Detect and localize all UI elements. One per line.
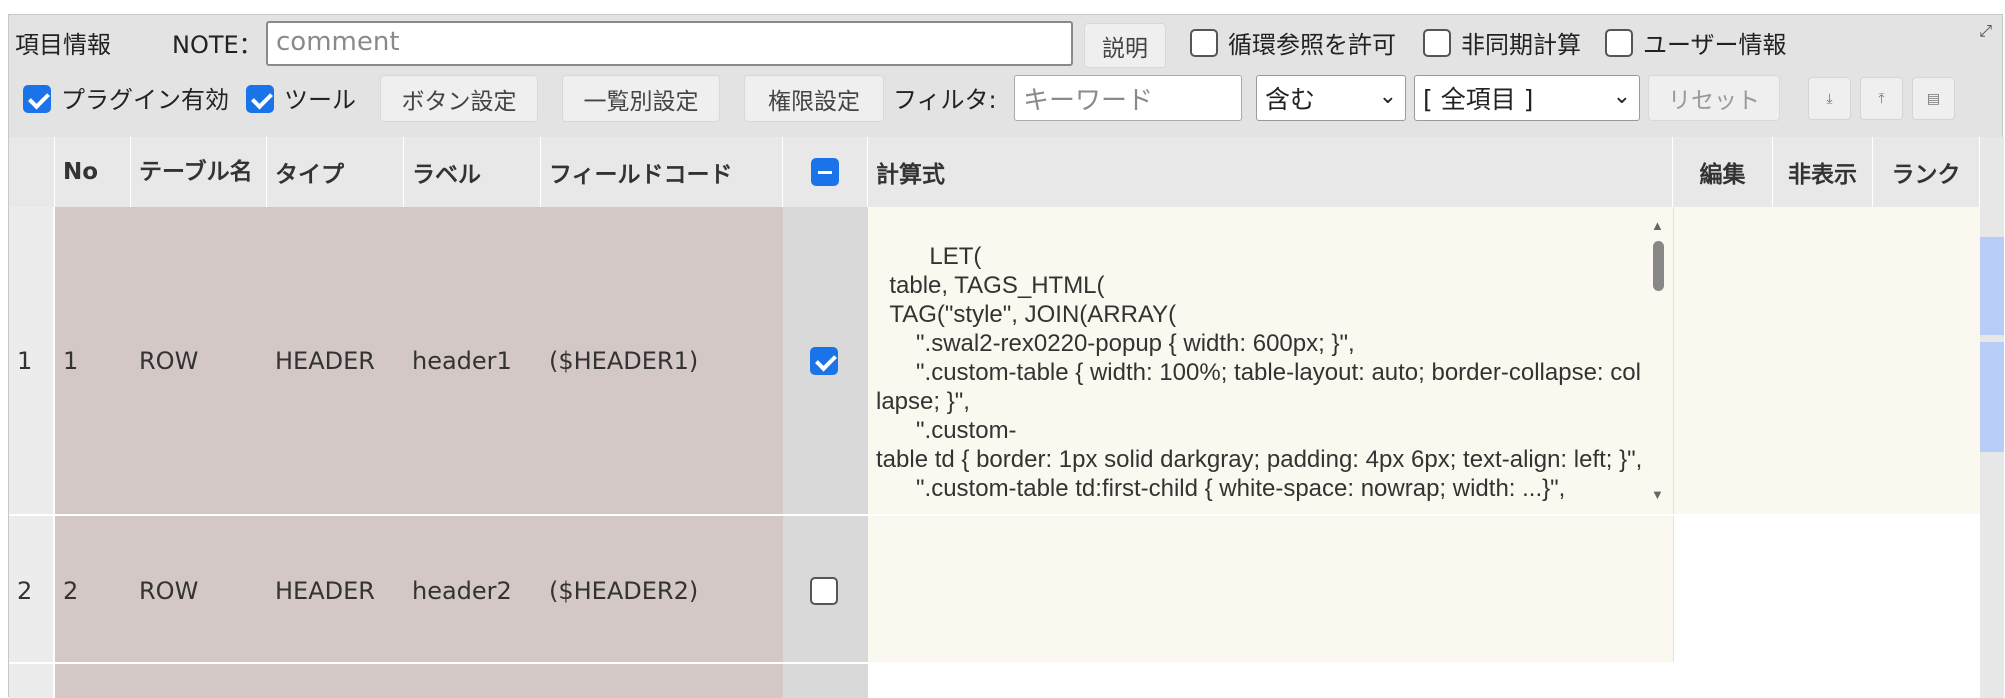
user-info-label: ユーザー情報 [1643, 31, 1787, 59]
circular-ref-checkbox[interactable] [1190, 29, 1218, 57]
header-type[interactable]: タイプ [267, 137, 404, 207]
field-info-panel: 項目情報 NOTE： comment 説明 循環参照を許可 非同期計算 ユーザー… [8, 14, 2004, 698]
field-table: No テーブル名 タイプ ラベル フィールドコード 計算式 編集 非表示 ランク… [9, 137, 2004, 698]
reset-button[interactable]: リセット [1648, 75, 1780, 121]
row-field-code: ($HEADER1) [549, 347, 699, 375]
match-select-value: 含む [1265, 85, 1316, 114]
field-select-value: [ 全項目 ] [1423, 85, 1534, 114]
field-select[interactable]: [ 全項目 ] ⌄ [1414, 75, 1640, 121]
row-no: 1 [63, 347, 79, 375]
row-extra-cells [1673, 516, 1980, 662]
circular-ref-label: 循環参照を許可 [1228, 31, 1396, 59]
row-field-code: ($HEADER2) [549, 577, 699, 605]
clipboard-icon[interactable]: ▤ [1912, 77, 1955, 120]
row-checkbox[interactable] [810, 347, 838, 375]
tool-label: ツール [284, 86, 356, 114]
header-select-all [783, 137, 868, 207]
table-scrollbar[interactable] [1980, 137, 2004, 698]
user-info-checkbox[interactable] [1605, 29, 1633, 57]
row-checkbox[interactable] [810, 577, 838, 605]
check-column [783, 664, 868, 698]
async-calc-label: 非同期計算 [1461, 31, 1581, 59]
scroll-highlight [1980, 237, 2004, 335]
row-index: 1 [17, 347, 33, 375]
section-label: 項目情報 [15, 31, 111, 59]
note-placeholder: comment [276, 27, 400, 57]
row-label: header1 [412, 347, 512, 375]
download-icon[interactable]: ⤓ [1808, 77, 1851, 120]
header-edit[interactable]: 編集 [1673, 137, 1773, 207]
row-index: 2 [17, 577, 33, 605]
async-calc-checkbox[interactable] [1423, 29, 1451, 57]
header-formula[interactable]: 計算式 [868, 137, 1673, 207]
chevron-down-icon: ⌄ [1378, 84, 1397, 109]
header-table-name[interactable]: テーブル名 [131, 137, 267, 207]
toolbar-row-1: 項目情報 NOTE： comment 説明 循環参照を許可 非同期計算 ユーザー… [9, 15, 2002, 73]
header-hidden[interactable]: 非表示 [1773, 137, 1873, 207]
chevron-down-icon: ⌄ [1612, 84, 1631, 109]
plugin-enabled-checkbox[interactable] [23, 85, 51, 113]
row-extra-cells [1673, 207, 1980, 514]
formula-textarea[interactable]: LET( table, TAGS_HTML( TAG("style", JOIN… [868, 207, 1673, 514]
row-number-cell [9, 664, 53, 698]
header-rownum [9, 137, 55, 207]
table-header: No テーブル名 タイプ ラベル フィールドコード 計算式 編集 非表示 ランク [9, 137, 2004, 207]
permission-settings-button[interactable]: 権限設定 [744, 75, 884, 122]
row-no: 2 [63, 577, 79, 605]
scrollbar-thumb[interactable] [1653, 241, 1664, 291]
list-settings-button[interactable]: 一覧別設定 [562, 75, 720, 122]
scroll-down-icon[interactable]: ▼ [1651, 480, 1664, 509]
note-input[interactable]: comment [266, 21, 1073, 66]
row-table-name: ROW [139, 347, 199, 375]
tool-checkbox[interactable] [246, 85, 274, 113]
scroll-highlight [1980, 342, 2004, 452]
row-type: HEADER [275, 577, 375, 605]
plugin-enabled-label: プラグイン有効 [61, 86, 229, 114]
keyword-placeholder: キーワード [1023, 86, 1154, 116]
header-no[interactable]: No [55, 137, 131, 207]
row-table-name: ROW [139, 577, 199, 605]
explain-button[interactable]: 説明 [1084, 23, 1166, 68]
filter-label: フィルタ: [893, 86, 997, 114]
toolbar-row-2: プラグイン有効 ツール ボタン設定 一覧別設定 権限設定 フィルタ: キーワード… [9, 75, 2002, 137]
formula-text: LET( table, TAGS_HTML( TAG("style", JOIN… [876, 243, 1643, 502]
row-band [55, 664, 783, 698]
row-label: header2 [412, 577, 512, 605]
keyword-input[interactable]: キーワード [1014, 75, 1242, 121]
header-rank[interactable]: ランク [1873, 137, 1980, 207]
row-type: HEADER [275, 347, 375, 375]
formula-scrollbar[interactable]: ▲ ▼ [1651, 213, 1665, 505]
header-label[interactable]: ラベル [404, 137, 541, 207]
note-label: NOTE： [172, 31, 263, 59]
select-all-checkbox[interactable] [811, 158, 839, 186]
match-select[interactable]: 含む ⌄ [1256, 75, 1406, 121]
expand-icon[interactable]: ⤢ [1979, 21, 1992, 41]
button-settings-button[interactable]: ボタン設定 [380, 75, 538, 122]
header-field-code[interactable]: フィールドコード [541, 137, 783, 207]
scroll-up-icon[interactable]: ▲ [1651, 211, 1664, 240]
formula-cell[interactable] [868, 516, 1673, 662]
upload-icon[interactable]: ⤒ [1860, 77, 1903, 120]
